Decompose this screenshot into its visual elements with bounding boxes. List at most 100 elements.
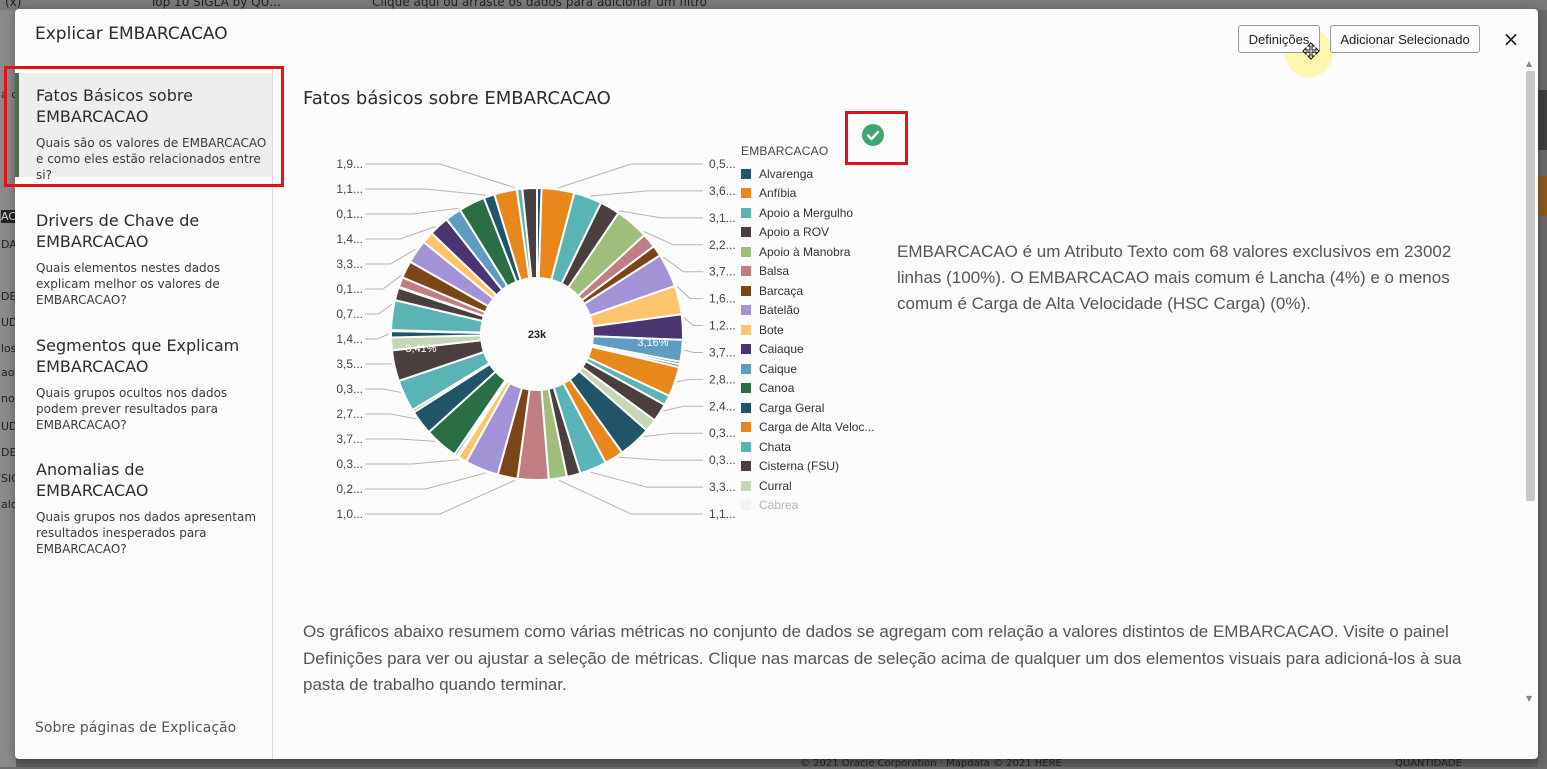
legend-swatch	[741, 208, 751, 218]
legend-swatch	[741, 266, 751, 276]
slice-outside-label: 1,4...	[336, 232, 363, 246]
slice-leader-line	[365, 164, 515, 188]
bg-toolbar-title: Top 10 SIGLA by QU...	[150, 0, 281, 9]
legend-swatch	[741, 247, 751, 257]
legend-swatch	[741, 188, 751, 198]
legend-swatch	[741, 364, 751, 374]
slice-outside-label: 3,7...	[336, 432, 363, 446]
slice-outside-label: 1,2...	[709, 319, 736, 333]
slice-leader-line	[663, 406, 703, 411]
slice-outside-label: 3,7...	[709, 345, 736, 359]
legend-swatch	[741, 500, 751, 510]
slice-outside-label: 2,4...	[709, 399, 736, 413]
slice-outside-label: 1,9...	[336, 157, 363, 171]
legend-item[interactable]: Carga de Alta Veloc...	[741, 418, 881, 438]
sidebar-item-heading: Anomalias de EMBARCACAO	[36, 459, 251, 501]
slice-outside-label: 1,6...	[709, 292, 736, 306]
bg-frag: UD	[1, 316, 16, 329]
legend-item[interactable]: Apoio a Mergulho	[741, 203, 881, 223]
slice-leader-line	[365, 227, 435, 239]
bg-frag: DE	[1, 446, 16, 459]
slice-leader-line	[684, 318, 703, 326]
legend-label: Apoio à Manobra	[759, 245, 850, 259]
legend-label: Batelão	[759, 303, 800, 317]
dialog-title: Explicar EMBARCACAO	[35, 24, 228, 44]
legend-label: Carga de Alta Veloc...	[759, 420, 874, 434]
legend-item[interactable]: Caique	[741, 359, 881, 379]
legend-item[interactable]: Chata	[741, 437, 881, 457]
sidebar-item-description: Quais elementos nestes dados explicam me…	[36, 260, 271, 308]
slice-leader-line	[619, 457, 703, 460]
legend-item[interactable]: Canoa	[741, 379, 881, 399]
slice-leader-line	[365, 414, 416, 419]
slice-outside-label: 0,3...	[709, 426, 736, 440]
sidebar-item-segments[interactable]: Segmentos que Explicam EMBARCACAO Quais …	[15, 335, 272, 433]
slice-leader-line	[365, 334, 389, 339]
slice-outside-label: 2,7...	[336, 407, 363, 421]
chart-legend: EMBARCACAO AlvarengaAnfíbiaApoio a Mergu…	[741, 144, 881, 510]
bg-frag: los	[1, 342, 16, 355]
sidebar-item-key-drivers[interactable]: Drivers de Chave de EMBARCACAO Quais ele…	[15, 210, 272, 308]
slice-leader-line	[644, 433, 703, 436]
slice-leader-line	[590, 191, 703, 196]
slice-leader-line	[663, 257, 703, 272]
legend-label: Anfíbia	[759, 186, 796, 200]
slice-outside-label: 0,7...	[336, 307, 363, 321]
bg-frag: alo	[1, 498, 16, 511]
slice-inside-label: 3,41%	[405, 343, 436, 355]
scrollbar-thumb[interactable]	[1526, 71, 1535, 501]
sidebar-item-heading: Segmentos que Explicam EMBARCACAO	[36, 335, 251, 377]
slice-leader-line	[559, 480, 703, 514]
add-selected-button[interactable]: Adicionar Selecionado	[1330, 25, 1480, 53]
legend-label: Curral	[759, 479, 792, 493]
legend-swatch	[741, 481, 751, 491]
sidebar-item-description: Quais grupos nos dados apresentam result…	[36, 509, 271, 557]
slice-leader-line	[644, 231, 703, 244]
legend-label: Chata	[759, 440, 791, 454]
sidebar-item-heading: Drivers de Chave de EMBARCACAO	[36, 210, 251, 252]
bg-toolbar-filter: Clique aqui ou arraste os dados para adi…	[372, 0, 707, 9]
scroll-down-icon[interactable]: ▼	[1526, 694, 1532, 703]
legend-item[interactable]: Alvarenga	[741, 164, 881, 184]
legend-item[interactable]: Barcaça	[741, 281, 881, 301]
slice-outside-label: 3,5...	[336, 357, 363, 371]
scroll-up-icon[interactable]: ▲	[1526, 59, 1532, 68]
slice-leader-line	[677, 379, 703, 381]
about-explain-link[interactable]: Sobre páginas de Explicação	[35, 720, 236, 736]
legend-item[interactable]: Bote	[741, 320, 881, 340]
legend-item[interactable]: Batelão	[741, 301, 881, 321]
legend-item[interactable]: Apoio à Manobra	[741, 242, 881, 262]
highlight-box-check	[845, 111, 908, 165]
legend-swatch	[741, 442, 751, 452]
legend-item[interactable]: Cisterna (FSU)	[741, 457, 881, 477]
slice-leader-line	[365, 304, 392, 314]
legend-item[interactable]: Carga Geral	[741, 398, 881, 418]
legend-swatch	[741, 325, 751, 335]
sidebar-item-anomalies[interactable]: Anomalias de EMBARCACAO Quais grupos nos…	[15, 459, 272, 557]
legend-label: Caiaque	[759, 342, 804, 356]
legend-item[interactable]: Cábrea	[741, 496, 881, 511]
description-text: Os gráficos abaixo resumem como várias m…	[303, 619, 1473, 699]
legend-item[interactable]: Caiaque	[741, 340, 881, 360]
slice-leader-line	[365, 189, 486, 195]
close-icon[interactable]: ×	[1502, 30, 1520, 48]
bg-frag: DA	[1, 238, 16, 251]
slice-outside-label: 0,3...	[709, 453, 736, 467]
background-right-panel	[1538, 10, 1547, 767]
legend-item[interactable]: Curral	[741, 476, 881, 496]
legend-swatch	[741, 403, 751, 413]
legend-item[interactable]: Balsa	[741, 262, 881, 282]
bg-frag: AC	[1, 210, 16, 223]
legend-swatch	[741, 286, 751, 296]
bg-frag: UD	[1, 420, 16, 433]
legend-item[interactable]: Apoio a ROV	[741, 223, 881, 243]
legend-label: Balsa	[759, 264, 789, 278]
legend-label: Bote	[759, 323, 784, 337]
donut-center-label: 23k	[528, 329, 547, 341]
legend-label: Apoio a Mergulho	[759, 206, 853, 220]
legend-item[interactable]: Anfíbia	[741, 184, 881, 204]
slice-leader-line	[365, 473, 486, 489]
legend-label: Cábrea	[759, 498, 798, 510]
slice-outside-label: 0,1...	[336, 207, 363, 221]
donut-chart[interactable]: 23k3,16%3,41%0,5...3,6...3,1...2,2...3,7…	[303, 124, 743, 524]
